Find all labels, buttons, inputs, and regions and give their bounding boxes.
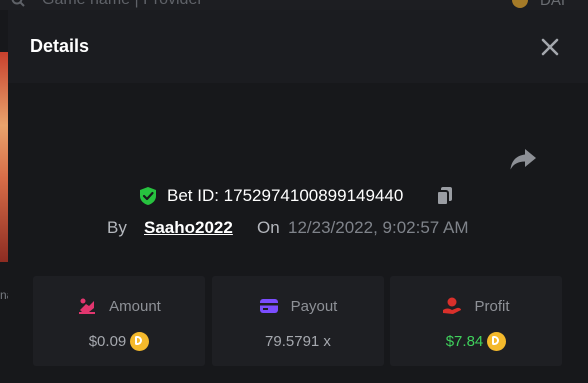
profit-value: $7.84 — [445, 332, 484, 350]
amount-value-row: $0.09 — [33, 330, 205, 352]
background-game-thumbnail — [0, 52, 8, 262]
dai-coin-icon — [512, 0, 528, 8]
payout-label: Payout — [290, 297, 338, 315]
amount-card-header: Amount — [33, 295, 205, 317]
payout-card-header: Payout — [212, 295, 384, 317]
background-currency-label: DAI — [540, 0, 566, 9]
search-icon — [11, 0, 25, 7]
share-icon[interactable] — [509, 147, 537, 171]
profit-icon — [443, 297, 462, 314]
payout-value: 79.5791 x — [265, 332, 331, 350]
payout-card: Payout 79.5791 x — [212, 276, 384, 366]
profit-card-header: Profit — [390, 295, 562, 317]
amount-value: $0.09 — [88, 332, 127, 350]
profit-value-row: $7.84 — [390, 330, 562, 352]
amount-label: Amount — [109, 297, 161, 315]
modal-header: Details — [8, 10, 588, 83]
close-icon[interactable] — [538, 35, 562, 59]
username-link[interactable]: Saaho2022 — [144, 218, 233, 238]
bet-details-modal: Details Bet ID: 1752974100899149440 By S… — [8, 10, 588, 383]
amount-card: Amount $0.09 — [33, 276, 205, 366]
verified-shield-icon — [140, 187, 156, 205]
amount-icon — [79, 298, 96, 314]
bet-id-row: Bet ID: 1752974100899149440 — [8, 185, 588, 207]
modal-body: Bet ID: 1752974100899149440 By Saaho2022… — [8, 83, 588, 383]
profit-label: Profit — [474, 297, 510, 315]
on-label: On — [257, 218, 280, 237]
dai-coin-icon — [487, 331, 507, 351]
payout-value-row: 79.5791 x — [212, 330, 384, 352]
modal-title: Details — [30, 36, 90, 56]
background-top-bar: Game name | Provider DAI — [0, 0, 588, 10]
bet-date: 12/23/2022, 9:02:57 AM — [288, 218, 469, 237]
dai-coin-icon — [130, 331, 150, 351]
wallet-icon — [259, 299, 278, 313]
by-label: By — [107, 218, 127, 237]
background-search-placeholder: Game name | Provider — [42, 0, 203, 9]
copy-icon[interactable] — [434, 185, 456, 207]
profit-card: Profit $7.84 — [390, 276, 562, 366]
bet-id-text: Bet ID: 1752974100899149440 — [167, 186, 404, 205]
bet-meta-row: By Saaho2022 On 12/23/2022, 9:02:57 AM — [8, 218, 588, 240]
